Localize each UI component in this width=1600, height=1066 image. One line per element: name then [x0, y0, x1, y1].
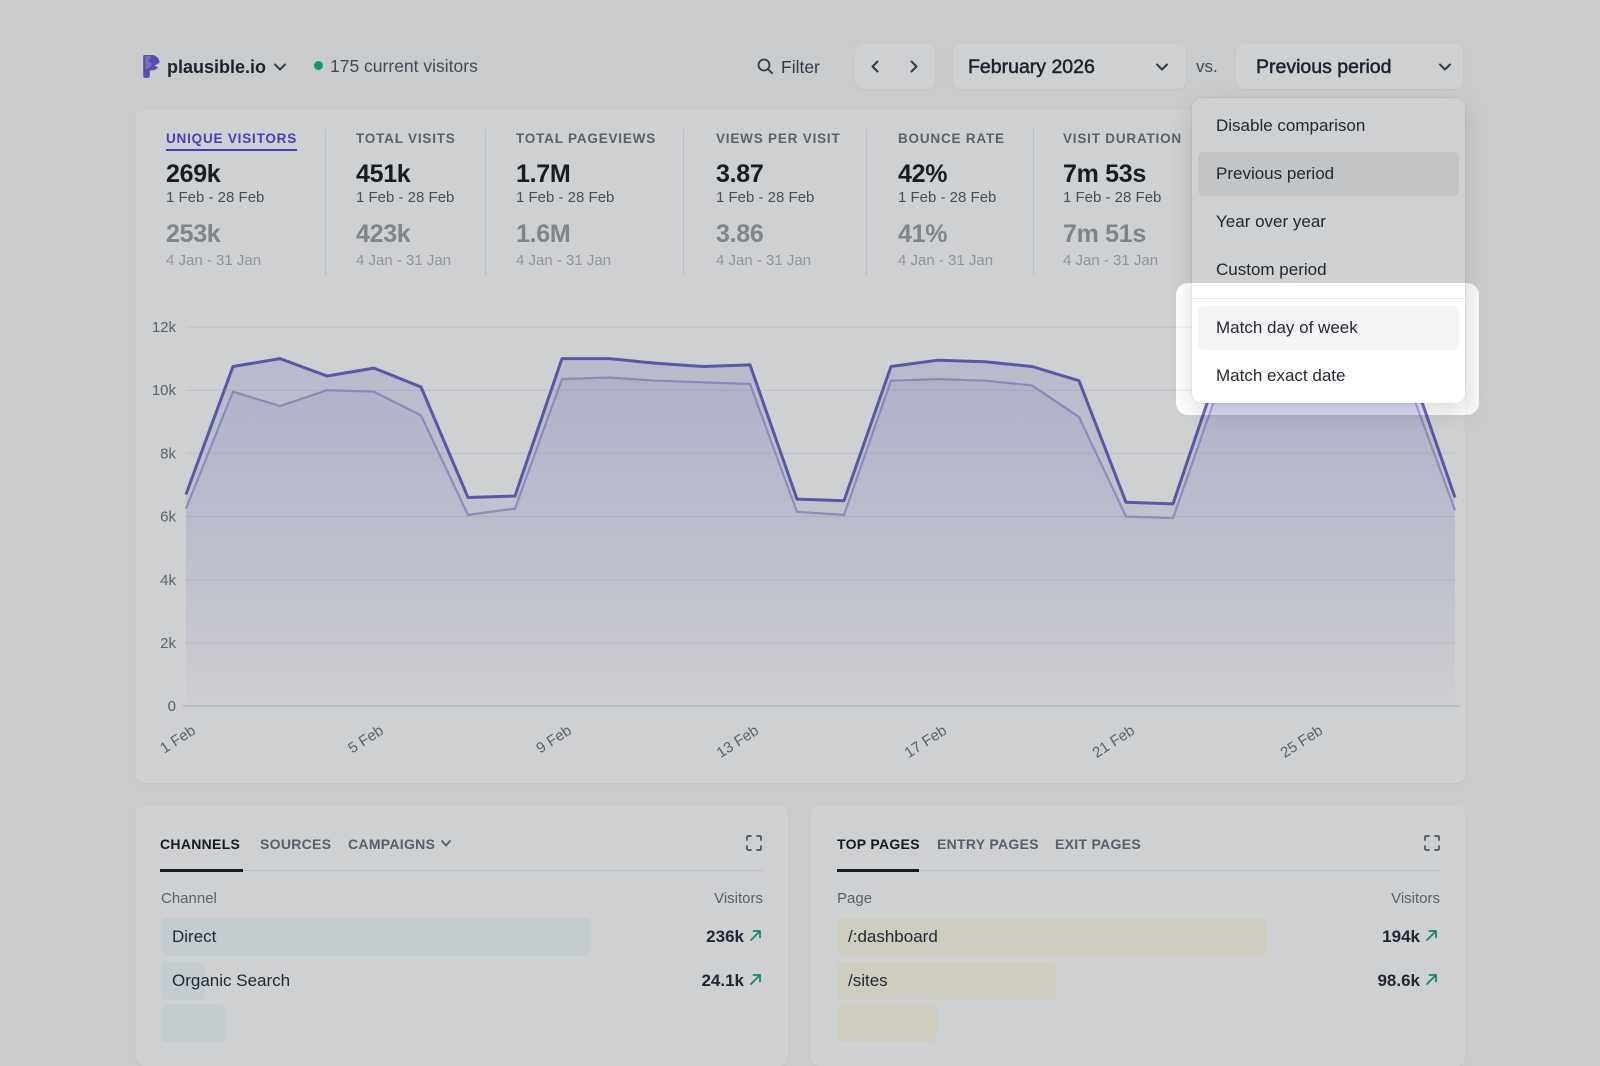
svg-text:2k: 2k — [160, 635, 176, 652]
svg-text:0: 0 — [168, 698, 176, 715]
svg-text:4k: 4k — [160, 572, 176, 589]
svg-text:6k: 6k — [160, 509, 176, 526]
svg-text:12k: 12k — [152, 319, 177, 336]
svg-text:10k: 10k — [152, 382, 177, 399]
svg-text:8k: 8k — [160, 446, 176, 463]
